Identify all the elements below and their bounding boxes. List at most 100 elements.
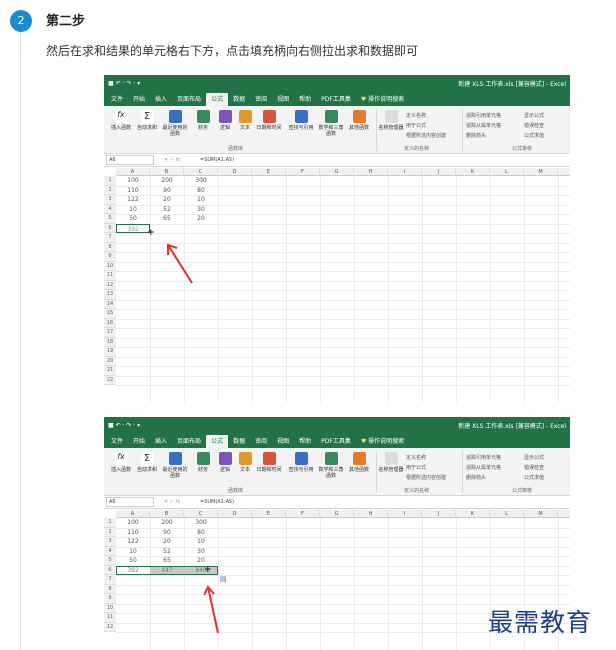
spreadsheet-grid[interactable]: A B C D E F G H I J K L M 1 2 3 4 5 6 7 8 9 10 11 12 13 14 15 16 17 18… xyxy=(104,168,570,402)
quick-access-icons[interactable]: ■ ↶ · ↷ · ▾ xyxy=(108,422,140,429)
tell-me-search[interactable]: ♥ 操作说明搜索 xyxy=(356,435,409,448)
tab-3[interactable]: 页面布局 xyxy=(172,435,206,448)
row-header-11[interactable]: 11 xyxy=(104,271,116,281)
row-header-9[interactable]: 9 xyxy=(104,252,116,262)
row-header-9[interactable]: 9 xyxy=(104,594,116,604)
tab-5[interactable]: 数据 xyxy=(228,93,250,106)
cell-B3[interactable]: 20 xyxy=(150,537,184,546)
column-header-B[interactable]: B xyxy=(150,510,184,518)
row-header-13[interactable]: 13 xyxy=(104,290,116,300)
tab-6[interactable]: 审阅 xyxy=(250,435,272,448)
text-functions-button[interactable]: 文本 xyxy=(232,452,258,473)
row-header-3[interactable]: 3 xyxy=(104,537,116,547)
column-header-K[interactable]: K xyxy=(456,510,490,518)
tab-1[interactable]: 开始 xyxy=(128,435,150,448)
row-header-7[interactable]: 7 xyxy=(104,233,116,243)
names-define_name-button[interactable]: 定义名称 xyxy=(406,454,426,461)
row-header-4[interactable]: 4 xyxy=(104,546,116,556)
row-header-6[interactable]: 6 xyxy=(104,565,116,575)
tab-1[interactable]: 开始 xyxy=(128,93,150,106)
row-header-17[interactable]: 17 xyxy=(104,328,116,338)
cell-B3[interactable]: 20 xyxy=(150,195,184,204)
column-header-M[interactable]: M xyxy=(524,168,558,176)
column-header-H[interactable]: H xyxy=(354,510,388,518)
row-header-12[interactable]: 12 xyxy=(104,280,116,290)
cell-B1[interactable]: 200 xyxy=(150,176,184,185)
recent-functions-button[interactable]: 最近使用的函数 xyxy=(162,452,188,479)
cell-A1[interactable]: 100 xyxy=(116,176,150,185)
cell-B4[interactable]: 52 xyxy=(150,547,184,556)
tab-5[interactable]: 数据 xyxy=(228,435,250,448)
column-header-C[interactable]: C xyxy=(184,510,218,518)
column-header-D[interactable]: D xyxy=(218,168,252,176)
row-header-3[interactable]: 3 xyxy=(104,195,116,205)
tab-4[interactable]: 公式 xyxy=(206,435,229,448)
cell-B4[interactable]: 52 xyxy=(150,205,184,214)
column-header-L[interactable]: L xyxy=(490,168,524,176)
column-header-J[interactable]: J xyxy=(422,510,456,518)
names-use_formula-button[interactable]: 用于公式 xyxy=(406,122,426,129)
row-header-14[interactable]: 14 xyxy=(104,299,116,309)
audit-eval_formula-button[interactable]: 公式求值 xyxy=(524,474,544,481)
tab-8[interactable]: 帮助 xyxy=(294,93,316,106)
other-functions-button[interactable]: 其他函数 xyxy=(346,452,372,473)
name-box[interactable]: A6 xyxy=(106,497,154,507)
column-header-H[interactable]: H xyxy=(354,168,388,176)
audit-error_check-button[interactable]: 错误检查 xyxy=(524,122,544,129)
name-box[interactable]: A6 xyxy=(106,155,154,165)
row-header-6[interactable]: 6 xyxy=(104,223,116,233)
cell-B2[interactable]: 90 xyxy=(150,186,184,195)
cell-B5[interactable]: 65 xyxy=(150,556,184,565)
names-use_formula-button[interactable]: 用于公式 xyxy=(406,464,426,471)
cell-C2[interactable]: 80 xyxy=(184,186,218,195)
row-header-20[interactable]: 20 xyxy=(104,356,116,366)
cell-A3[interactable]: 122 xyxy=(116,195,150,204)
audit-trace_prec-button[interactable]: 追踪引用单元格 xyxy=(466,454,501,461)
column-header-E[interactable]: E xyxy=(252,510,286,518)
column-header-C[interactable]: C xyxy=(184,168,218,176)
audit-remove_arrows-button[interactable]: 删除箭头 xyxy=(466,132,486,139)
audit-eval_formula-button[interactable]: 公式求值 xyxy=(524,132,544,139)
audit-trace_dep-button[interactable]: 追踪从属单元格 xyxy=(466,464,501,471)
column-header-B[interactable]: B xyxy=(150,168,184,176)
row-header-1[interactable]: 1 xyxy=(104,518,116,528)
row-header-5[interactable]: 5 xyxy=(104,214,116,224)
column-header-A[interactable]: A xyxy=(116,168,150,176)
formula-input[interactable]: =SUM(A1:A5) xyxy=(200,157,234,163)
row-header-8[interactable]: 8 xyxy=(104,242,116,252)
column-header-E[interactable]: E xyxy=(252,168,286,176)
column-header-G[interactable]: G xyxy=(320,168,354,176)
tab-7[interactable]: 视图 xyxy=(272,93,294,106)
cell-C3[interactable]: 10 xyxy=(184,537,218,546)
cell-C5[interactable]: 20 xyxy=(184,214,218,223)
tab-2[interactable]: 插入 xyxy=(150,93,172,106)
cell-A4[interactable]: 10 xyxy=(116,205,150,214)
other-functions-button[interactable]: 其他函数 xyxy=(346,110,372,131)
tab-0[interactable]: 文件 xyxy=(106,435,128,448)
math-functions-button[interactable]: 数学和三角函数 xyxy=(318,110,344,137)
row-header-10[interactable]: 10 xyxy=(104,261,116,271)
cell-C2[interactable]: 80 xyxy=(184,528,218,537)
row-header-1[interactable]: 1 xyxy=(104,176,116,186)
column-header-G[interactable]: G xyxy=(320,510,354,518)
row-header-4[interactable]: 4 xyxy=(104,204,116,214)
text-functions-button[interactable]: 文本 xyxy=(232,110,258,131)
column-header-M[interactable]: M xyxy=(524,510,558,518)
tab-9[interactable]: PDF工具集 xyxy=(316,93,356,106)
audit-show_formula-button[interactable]: 显示公式 xyxy=(524,454,544,461)
row-header-8[interactable]: 8 xyxy=(104,584,116,594)
tab-6[interactable]: 审阅 xyxy=(250,93,272,106)
column-header-I[interactable]: I xyxy=(388,510,422,518)
row-header-12[interactable]: 12 xyxy=(104,622,116,632)
cell-C4[interactable]: 30 xyxy=(184,205,218,214)
cell-A5[interactable]: 50 xyxy=(116,214,150,223)
name-manager-button[interactable]: 名称管理器 xyxy=(378,452,404,473)
insert-function-button[interactable]: fx 插入函数 xyxy=(108,110,134,131)
math-functions-button[interactable]: 数学和三角函数 xyxy=(318,452,344,479)
insert-function-button[interactable]: fx 插入函数 xyxy=(108,452,134,473)
audit-trace_prec-button[interactable]: 追踪引用单元格 xyxy=(466,112,501,119)
row-header-11[interactable]: 11 xyxy=(104,613,116,623)
row-header-5[interactable]: 5 xyxy=(104,556,116,566)
audit-trace_dep-button[interactable]: 追踪从属单元格 xyxy=(466,122,501,129)
formula-input[interactable]: =SUM(A1:A5) xyxy=(200,499,234,505)
